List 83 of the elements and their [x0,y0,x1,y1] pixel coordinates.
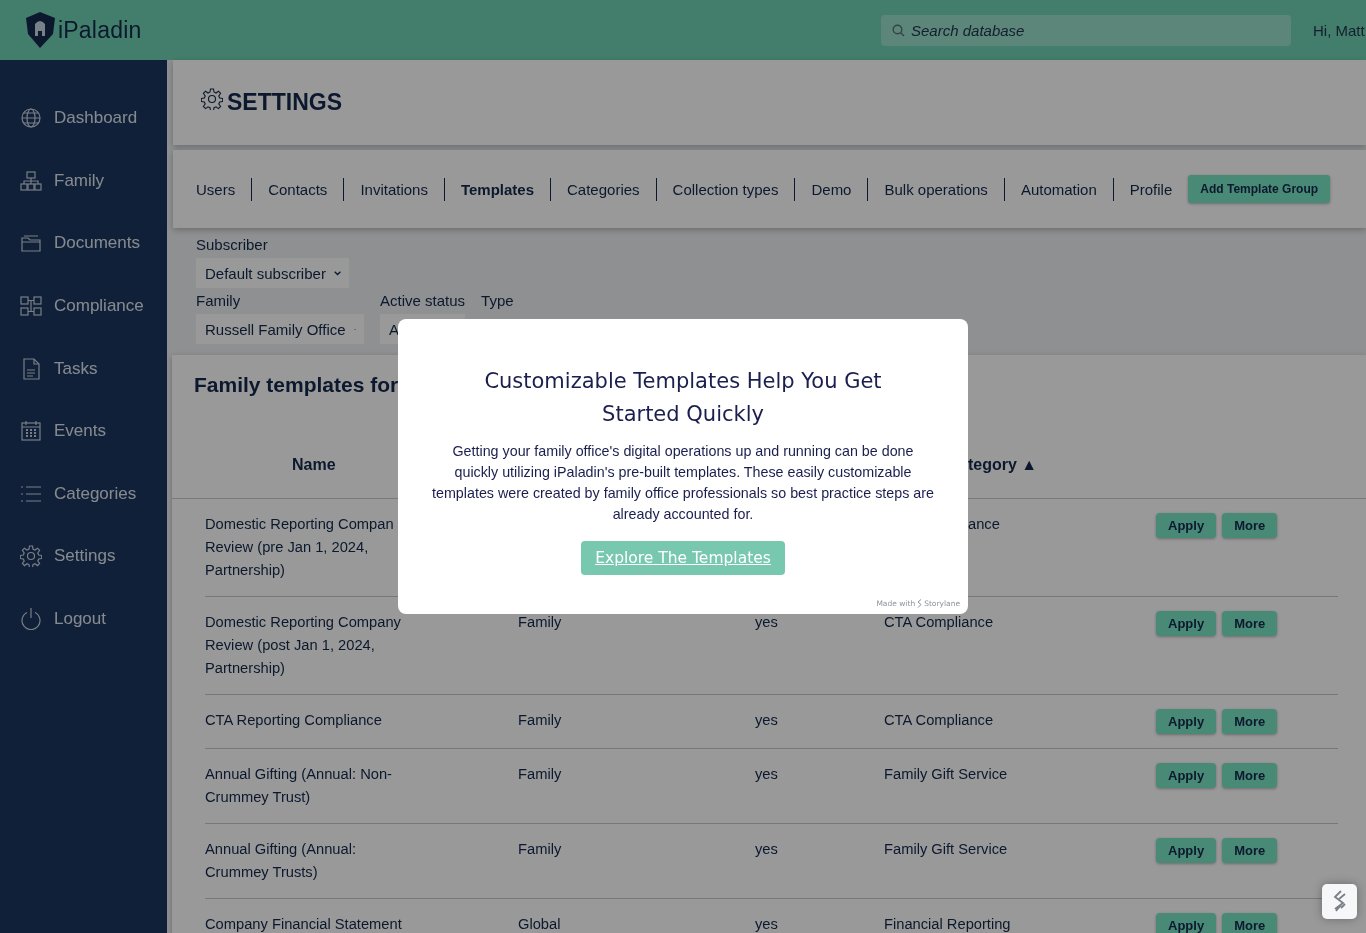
brand-logo-icon [917,599,923,608]
globe-icon [20,107,42,130]
user-greeting[interactable]: Hi, Matt [1313,21,1366,39]
apply-button[interactable]: Apply [1156,709,1217,734]
more-button[interactable]: More [1222,611,1278,636]
tab[interactable]: Templates [444,180,550,198]
folder-icon [20,232,42,255]
table-cell: yes [755,916,778,932]
apply-button[interactable]: Apply [1156,838,1217,863]
sidebar-item[interactable]: Logout [0,587,167,651]
template-name: Annual Gifting (Annual: Non- Crummey Trust) [205,765,393,807]
filter-label: Subscriber [196,236,269,253]
template-name: Company Financial Statement [205,915,403,933]
storylane-button[interactable] [1322,884,1357,919]
table-cell: yes [755,614,778,630]
filter-label: Active status [380,292,466,309]
flowchart-icon [20,295,42,318]
power-icon [20,608,42,631]
table-cell: ance [968,516,1000,532]
tab[interactable]: Automation [1004,180,1113,198]
table-cell: Family Gift Service [884,841,1008,857]
sidebar-item[interactable]: Categories [0,462,167,526]
tab[interactable]: Users [196,180,252,198]
table-cell: Family [518,614,562,630]
tab[interactable]: Profile [1113,180,1189,198]
apply-button[interactable]: Apply [1156,913,1217,933]
sidebar-item[interactable]: Family [0,149,167,213]
dropdown[interactable]: Default subscriber [196,258,349,288]
tab[interactable]: Contacts [252,180,344,198]
apply-button[interactable]: Apply [1156,763,1217,788]
search-field[interactable]: Search database [881,14,1291,46]
sidebar-item[interactable]: Compliance [0,274,167,338]
add-template-group-button[interactable]: Add Template Group [1188,175,1331,203]
template-name: Domestic Reporting Company Review (post Jan 1, 2024, Partnership) [205,613,402,678]
sidebar-item[interactable]: Tasks [0,337,167,400]
table-cell: Family [518,766,562,782]
apply-button[interactable]: Apply [1156,513,1217,538]
org-chart-icon [20,169,42,192]
shield-logo-icon [24,12,57,48]
page-title: SETTINGS [227,89,342,116]
dropdown[interactable]: Russell Family Office [196,314,364,344]
column-header[interactable]: Name [292,455,336,473]
tab[interactable]: Collection types [656,180,795,198]
sidebar-item[interactable]: Events [0,399,167,463]
apply-button[interactable]: Apply [1156,611,1217,636]
table-cell: yes [755,841,778,857]
more-button[interactable]: More [1222,838,1278,863]
filter-label: Type [481,292,514,309]
table-cell: CTA Compliance [884,614,994,630]
dialog-text: Getting your family office's digital operations up and running can be done quickly utilizing iPaladin's pre-built templates. These easily customizable templates were created by family office professionals so best practice steps are already accounted for. [431,442,935,524]
search-icon [892,23,905,37]
more-button[interactable]: More [1222,913,1278,933]
table-cell: Global [518,916,561,932]
gear-icon [201,87,223,110]
table-cell: Family [518,712,562,728]
calendar-icon [20,420,42,443]
template-name: Domestic Reporting Compan Review (pre Jan 1, 2024, Partnership) [205,515,395,580]
gear-icon [20,545,42,568]
document-icon [20,357,42,380]
table-cell: Family [518,841,562,857]
table-cell: yes [755,766,778,782]
more-button[interactable]: More [1222,513,1278,538]
table-cell: Family Gift Service [884,766,1008,782]
dialog-title: Customizable Templates Help You Get Started Quickly [483,368,883,428]
more-button[interactable]: More [1222,709,1278,734]
logo-text: iPaladin [58,16,142,44]
sidebar-item[interactable]: Settings [0,525,167,588]
template-name: Annual Gifting (Annual: Crummey Trusts) [205,840,358,882]
table-cell: Financial Reporting [884,916,1011,932]
tab[interactable]: Invitations [344,180,444,198]
template-name: CTA Reporting Compliance [205,711,383,730]
sidebar-item[interactable]: Dashboard [0,87,167,150]
tab[interactable]: Demo [795,180,868,198]
filter-label: Family [196,292,242,309]
table-title: Family templates for [194,373,399,398]
table-cell: yes [755,712,778,728]
sidebar-item[interactable]: Documents [0,212,167,275]
column-header[interactable]: tegory ▲ [968,455,1038,473]
tab[interactable]: Categories [551,180,656,198]
table-cell: CTA Compliance [884,712,994,728]
tab[interactable]: Bulk operations [868,180,1004,198]
more-button[interactable]: More [1222,763,1278,788]
brand-logo-icon [1331,889,1348,914]
